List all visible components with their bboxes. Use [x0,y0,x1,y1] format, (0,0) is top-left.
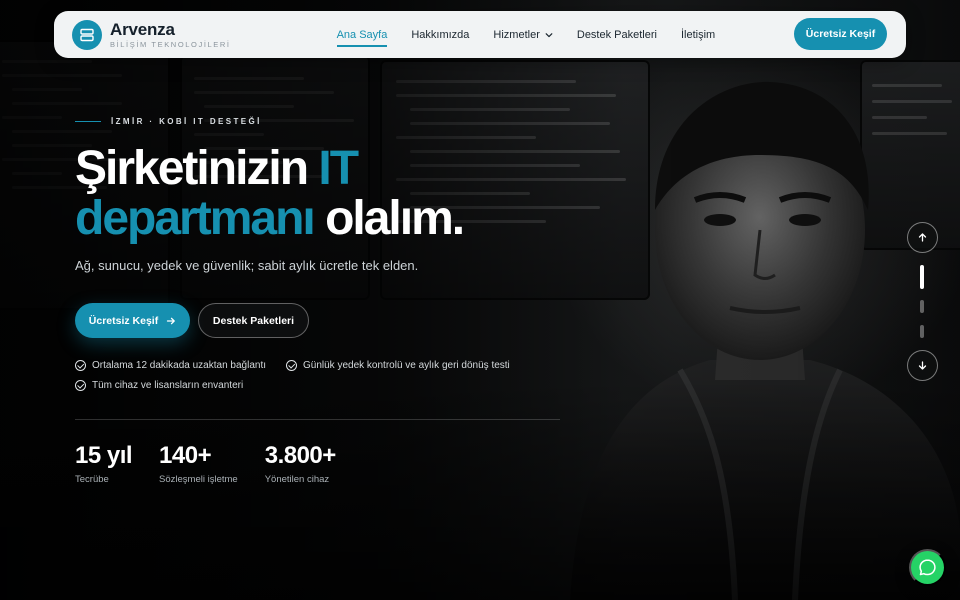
nav-link-label: Hakkımızda [411,28,470,41]
arrow-right-icon [167,317,176,324]
brand-name: Arvenza [110,19,175,39]
feature-text: Tüm cihaz ve lisansların envanteri [92,380,244,391]
main-navbar: Arvenza BİLİŞİM TEKNOLOJİLERİ Ana Sayfa … [54,11,906,58]
headline-part: olalım. [313,192,465,245]
stats-row: 15 yıl Tecrübe 140+ Sözleşmeli işletme 3… [75,442,595,485]
stat-value: 15 yıl [75,442,133,469]
arrow-down-icon [918,361,927,370]
feature-item: Ortalama 12 dakikada uzaktan bağlantı [75,360,266,371]
hero-subtitle: Ağ, sunucu, yedek ve güvenlik; sabit ayl… [75,258,419,273]
hero-headline: Şirketinizin IT departmanı olalım. [75,144,595,244]
free-discovery-button[interactable]: Ücretsiz Keşif [75,303,190,338]
stat-value: 3.800+ [264,442,337,469]
arrow-up-icon [918,233,927,242]
stat-label: Tecrübe [75,474,109,485]
nav-link-label: Ana Sayfa [336,28,388,41]
nav-link-home[interactable]: Ana Sayfa [336,25,388,47]
slide-indicator[interactable] [920,300,924,313]
server-icon [72,19,102,50]
chevron-down-icon [545,32,553,37]
hero-buttons: Ücretsiz Keşif Destek Paketleri [75,303,595,338]
hero-eyebrow: İZMİR · KOBİ IT DESTEĞİ [75,117,595,126]
stat-item: 3.800+ Yönetilen cihaz [264,442,337,485]
feature-item: Günlük yedek kontrolü ve aylık geri dönü… [286,360,510,371]
nav-link-contact[interactable]: İletişim [681,25,715,45]
headline-accent: departmanı [75,192,316,245]
stat-item: 140+ Sözleşmeli işletme [159,442,238,485]
nav-link-support-packages[interactable]: Destek Paketleri [577,25,657,45]
slide-indicator[interactable] [920,325,924,338]
stat-item: 15 yıl Tecrübe [75,442,133,485]
eyebrow-line [75,121,101,122]
nav-link-services[interactable]: Hizmetler [493,25,553,45]
stat-label: Sözleşmeli işletme [159,474,238,485]
check-circle-icon [75,380,86,391]
button-label: Ücretsiz Keşif [88,314,159,327]
slide-prev-button[interactable] [907,222,938,253]
brand-tagline: BİLİŞİM TEKNOLOJİLERİ [110,39,231,49]
whatsapp-icon [919,559,936,576]
nav-link-label: İletişim [680,28,716,41]
feature-text: Günlük yedek kontrolü ve aylık geri dönü… [303,360,510,371]
brand-logo[interactable]: Arvenza BİLİŞİM TEKNOLOJİLERİ [72,19,231,50]
nav-link-label: Hizmetler [493,28,540,41]
feature-list: Ortalama 12 dakikada uzaktan bağlantı Gü… [75,360,545,391]
stat-label: Yönetilen cihaz [264,474,330,485]
nav-free-discovery-button[interactable]: Ücretsiz Keşif [794,18,887,50]
stats-divider [75,419,560,420]
whatsapp-chat-button[interactable] [909,549,946,586]
slide-next-button[interactable] [907,350,938,381]
slide-indicator-active[interactable] [920,265,924,289]
nav-link-about[interactable]: Hakkımızda [411,25,469,45]
headline-part: Şirketinizin [75,142,319,195]
feature-item: Tüm cihaz ve lisansların envanteri [75,380,243,391]
eyebrow-text: İZMİR · KOBİ IT DESTEĞİ [111,117,262,126]
feature-text: Ortalama 12 dakikada uzaktan bağlantı [92,360,266,371]
nav-link-label: Destek Paketleri [576,28,657,41]
check-circle-icon [286,360,297,371]
support-packages-button[interactable]: Destek Paketleri [198,303,309,338]
hero-section: İZMİR · KOBİ IT DESTEĞİ Şirketinizin IT … [75,117,595,485]
primary-nav: Ana Sayfa Hakkımızda Hizmetler Destek Pa… [336,25,715,47]
headline-accent: IT [318,142,359,195]
stat-value: 140+ [159,442,212,469]
check-circle-icon [75,360,86,371]
